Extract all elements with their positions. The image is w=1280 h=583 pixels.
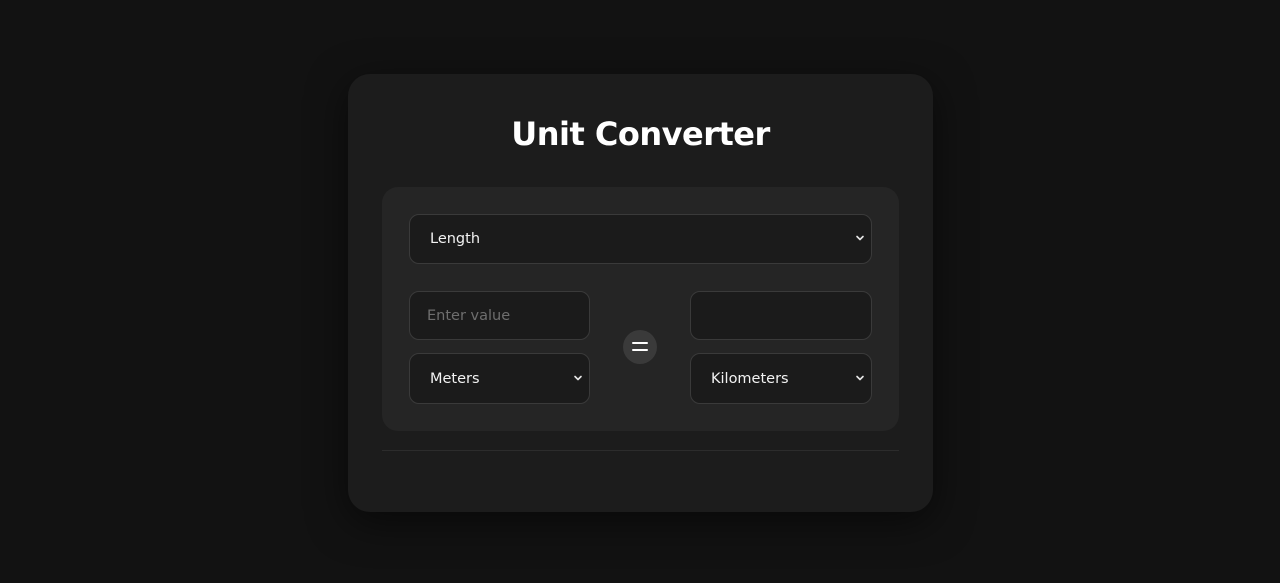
category-select-value: Length bbox=[430, 231, 481, 247]
divider bbox=[382, 450, 899, 451]
from-value-placeholder: Enter value bbox=[427, 307, 511, 324]
page-title: Unit Converter bbox=[511, 115, 770, 153]
converter-panel: Length Enter value Meters Kilometers bbox=[382, 187, 899, 431]
to-unit-select-value: Kilometers bbox=[711, 370, 789, 387]
from-value-input[interactable]: Enter value bbox=[409, 291, 590, 340]
equals-icon bbox=[623, 330, 657, 364]
category-select[interactable]: Length bbox=[409, 214, 872, 264]
to-unit-select[interactable]: Kilometers bbox=[690, 353, 872, 404]
to-value-output[interactable] bbox=[690, 291, 872, 340]
converter-card: Unit Converter Length Enter value Meters bbox=[348, 74, 933, 512]
chevron-down-icon bbox=[574, 375, 582, 380]
chevron-down-icon bbox=[856, 235, 864, 241]
from-unit-select-value: Meters bbox=[430, 370, 480, 387]
chevron-down-icon bbox=[856, 375, 864, 380]
from-unit-select[interactable]: Meters bbox=[409, 353, 590, 404]
